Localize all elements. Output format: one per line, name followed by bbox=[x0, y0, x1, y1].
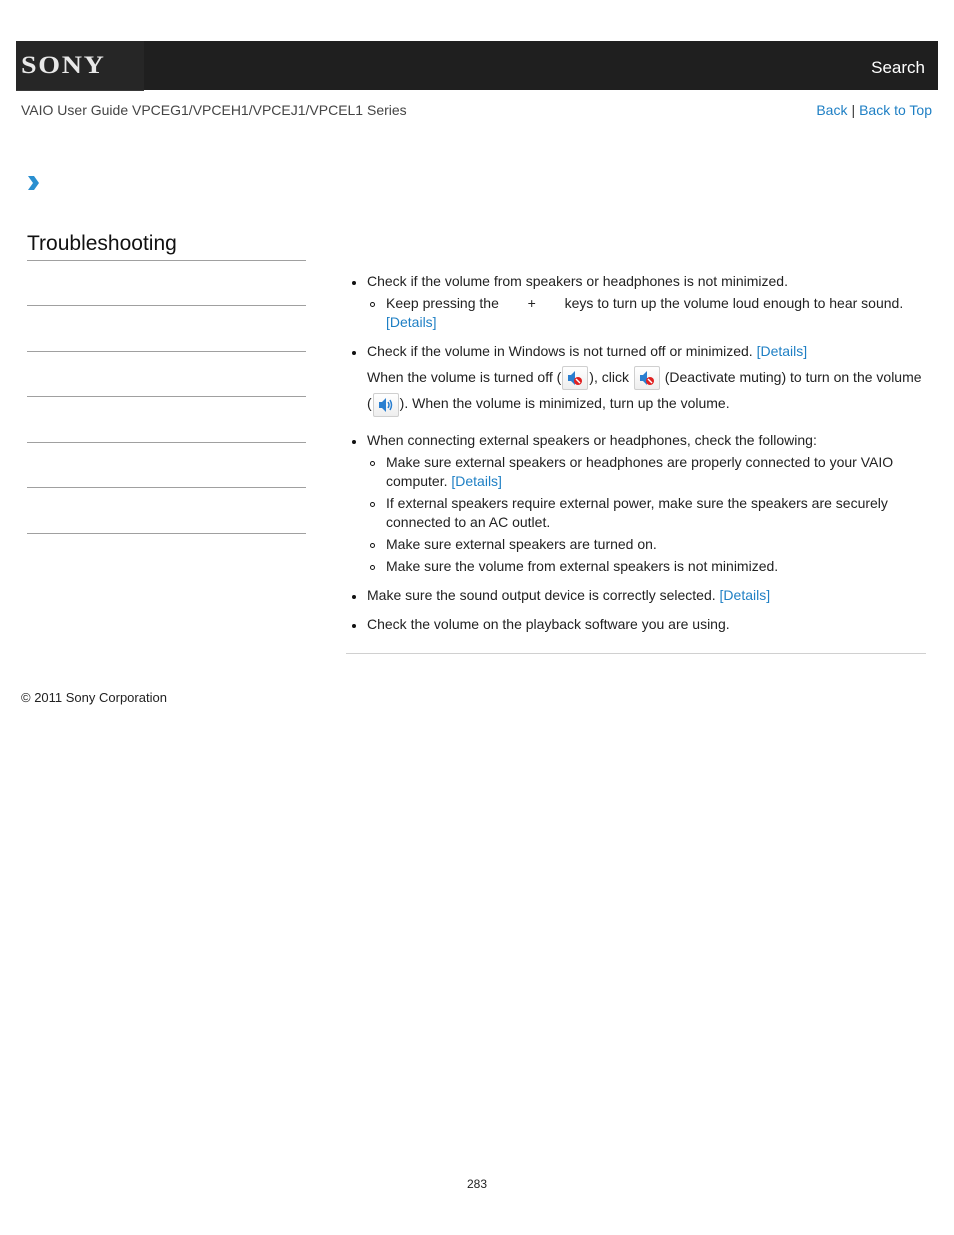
item-text: ( bbox=[367, 395, 372, 412]
search-link[interactable]: Search bbox=[871, 58, 925, 78]
item-text: Check if the volume from speakers or hea… bbox=[367, 273, 788, 289]
item-text: Check the volume on the playback softwar… bbox=[367, 615, 730, 632]
copyright: © 2011 Sony Corporation bbox=[21, 690, 167, 705]
details-link[interactable]: [Details] bbox=[757, 343, 808, 359]
sub-list: Make sure external speakers or headphone… bbox=[367, 453, 928, 576]
sub-list-item: Make sure the volume from external speak… bbox=[367, 557, 928, 576]
details-link[interactable]: [Details] bbox=[720, 587, 771, 603]
back-to-top-link[interactable]: Back to Top bbox=[859, 102, 932, 118]
speaker-on-icon bbox=[372, 392, 399, 417]
sub-list-item: If external speakers require external po… bbox=[367, 494, 928, 532]
list-item: When connecting external speakers or hea… bbox=[348, 431, 928, 576]
item-text: If external speakers require external po… bbox=[386, 494, 888, 530]
item-text: (Deactivate muting) to turn on the volum… bbox=[664, 369, 922, 385]
sub-list-item: Make sure external speakers are turned o… bbox=[367, 535, 928, 554]
logo-text: SONY bbox=[21, 52, 106, 79]
sidebar-divider bbox=[27, 351, 306, 352]
sidebar-divider bbox=[27, 396, 306, 397]
item-text: Make sure the volume from external speak… bbox=[386, 557, 779, 574]
details-link[interactable]: [Details] bbox=[451, 473, 502, 489]
speaker-muted-icon bbox=[562, 366, 589, 391]
sidebar-divider bbox=[27, 533, 306, 534]
list-item: Check if the volume from speakers or hea… bbox=[348, 272, 928, 332]
troubleshooting-list: Check if the volume from speakers or hea… bbox=[348, 272, 928, 634]
content-divider bbox=[346, 653, 926, 654]
plus-sign: + bbox=[527, 295, 536, 311]
sidebar-divider bbox=[27, 442, 306, 443]
item-text: ), click bbox=[589, 369, 629, 385]
nav-separator: | bbox=[851, 102, 856, 118]
section-title: Troubleshooting bbox=[27, 232, 177, 255]
item-text: Check if the volume in Windows is not tu… bbox=[367, 343, 753, 359]
mute-instructions: When the volume is turned off ( ), click… bbox=[367, 364, 928, 417]
main-content: Check if the volume from speakers or hea… bbox=[348, 272, 928, 644]
item-text: When connecting external speakers or hea… bbox=[367, 431, 817, 448]
details-link[interactable]: [Details] bbox=[386, 314, 437, 330]
sub-list-item: Make sure external speakers or headphone… bbox=[367, 453, 928, 491]
page-number: 283 bbox=[466, 1177, 488, 1191]
item-text: ). When the volume is minimized, turn up… bbox=[399, 395, 730, 412]
list-item: Check if the volume in Windows is not tu… bbox=[348, 342, 928, 417]
sub-list-item: Keep pressing the + keys to turn up the … bbox=[367, 294, 928, 332]
guide-title: VAIO User Guide VPCEG1/VPCEH1/VPCEJ1/VPC… bbox=[21, 102, 407, 118]
item-text: Keep pressing the bbox=[386, 295, 499, 311]
item-text: Make sure the sound output device is cor… bbox=[367, 586, 716, 603]
item-text: Make sure external speakers are turned o… bbox=[386, 535, 657, 552]
header-bar: SONY Search bbox=[16, 41, 938, 91]
sidebar-divider bbox=[27, 260, 306, 261]
item-text: When the volume is turned off ( bbox=[367, 369, 562, 385]
back-link[interactable]: Back bbox=[816, 102, 847, 118]
list-item: Make sure the sound output device is cor… bbox=[348, 586, 928, 605]
sidebar-divider bbox=[27, 305, 306, 306]
nav-links: Back | Back to Top bbox=[816, 102, 932, 118]
item-text: keys to turn up the volume loud enough t… bbox=[564, 295, 904, 311]
sidebar-divider bbox=[27, 487, 306, 488]
sub-list: Keep pressing the + keys to turn up the … bbox=[367, 294, 928, 332]
speaker-muted-icon bbox=[633, 366, 660, 391]
sony-logo[interactable]: SONY bbox=[16, 41, 144, 91]
chevron-right-icon[interactable] bbox=[26, 175, 40, 191]
list-item: Check the volume on the playback softwar… bbox=[348, 615, 928, 634]
